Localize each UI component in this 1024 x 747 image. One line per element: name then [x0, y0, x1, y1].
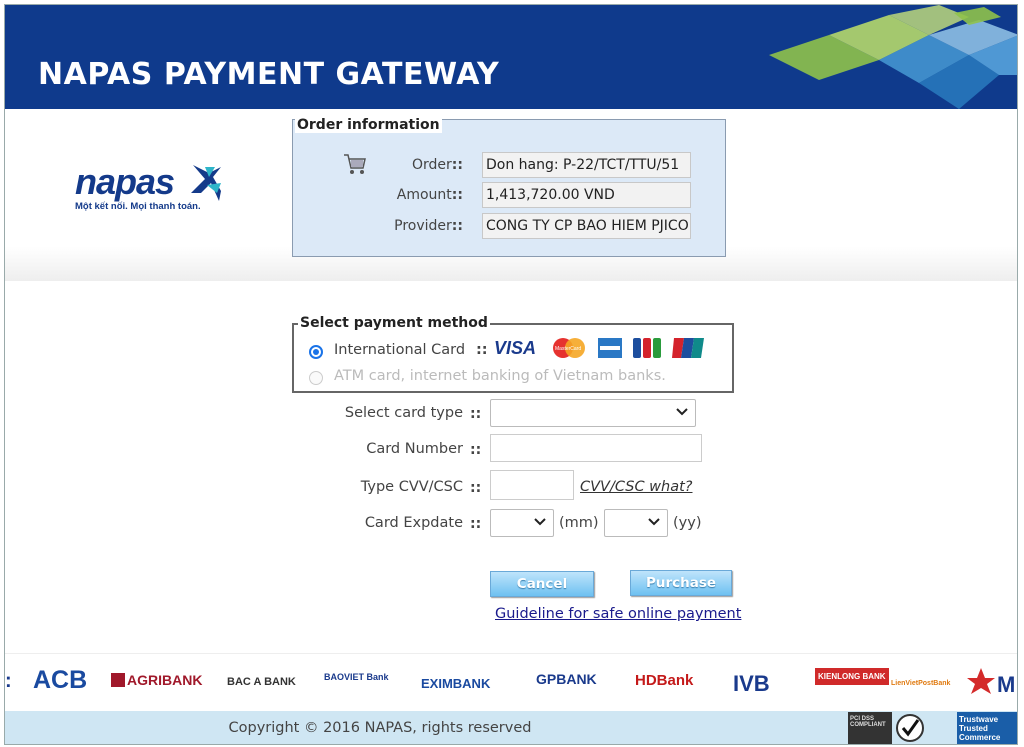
provider-label: Provider::	[394, 218, 463, 234]
order-section: napas Một kết nối. Mọi thanh toán. Order…	[5, 109, 1017, 281]
expdate-separator: ::	[470, 516, 482, 532]
chevron-down-icon	[648, 518, 660, 526]
bank-agribank: AGRIBANK	[111, 672, 202, 688]
international-card-radio[interactable]	[309, 345, 323, 359]
amex-icon	[598, 338, 622, 358]
bank-bac-a: BAC A BANK	[227, 676, 296, 688]
cvv-help-link[interactable]: CVV/CSC what?	[580, 479, 693, 495]
order-label: Order::	[412, 157, 463, 173]
bank-eximbank: EXIMBANK	[421, 676, 491, 691]
card-separator: ::	[476, 342, 488, 358]
jcb-icon	[633, 338, 661, 358]
copyright-text: Copyright © 2016 NAPAS, rights reserved	[228, 720, 532, 736]
bank-ivb: IVB	[733, 671, 770, 696]
expdate-label: Card Expdate	[364, 515, 463, 531]
pci-dss-seal[interactable]: PCI DSS COMPLIANT	[848, 712, 892, 744]
amount-value: 1,413,720.00 VND	[482, 182, 691, 208]
exp-year-select[interactable]	[604, 509, 668, 537]
payment-method-legend: Select payment method	[298, 315, 490, 331]
napas-star-icon	[191, 165, 221, 201]
card-type-label: Select card type	[344, 405, 463, 421]
banner-decoration	[769, 5, 1017, 109]
cvv-input[interactable]	[490, 470, 574, 500]
bank-hdbank: HDBank	[635, 672, 694, 689]
chevron-down-icon	[676, 408, 688, 416]
order-value: Don hang: P-22/TCT/TTU/51	[482, 152, 691, 178]
cvv-separator: ::	[470, 480, 482, 496]
verisign-seal[interactable]	[895, 712, 955, 744]
card-type-select[interactable]	[490, 399, 696, 427]
logo-wordmark: napas	[75, 161, 175, 202]
bank-partial-left: :	[5, 670, 12, 692]
card-type-separator: ::	[470, 406, 482, 422]
month-unit: (mm)	[559, 515, 599, 531]
napas-logo: napas Một kết nối. Mọi thanh toán.	[75, 161, 221, 212]
bank-partial-right-icon: M	[967, 668, 1015, 697]
card-number-label: Card Number	[366, 441, 463, 457]
exp-month-select[interactable]	[490, 509, 554, 537]
visa-icon: VISA	[494, 339, 536, 357]
trustwave-seal[interactable]: Trustwave Trusted Commerce	[957, 712, 1017, 744]
agribank-icon	[111, 673, 125, 687]
provider-value: CONG TY CP BAO HIEM PJICO	[482, 213, 691, 239]
purchase-button[interactable]: Purchase	[630, 570, 732, 596]
atm-card-radio[interactable]	[309, 371, 323, 385]
unionpay-icon	[672, 338, 704, 358]
logo-tagline: Một kết nối. Mọi thanh toán.	[75, 201, 201, 212]
order-legend: Order information	[295, 117, 442, 133]
bank-gpbank: GPBANK	[536, 671, 597, 687]
payment-page: NAPAS PAYMENT GATEWAY napas Một kết nối.…	[4, 4, 1018, 745]
year-unit: (yy)	[673, 515, 702, 531]
guideline-link[interactable]: Guideline for safe online payment	[495, 606, 741, 622]
payment-method-box: Select payment method International Card…	[292, 315, 734, 393]
header-banner: NAPAS PAYMENT GATEWAY	[5, 5, 1017, 109]
svg-text:MasterCard: MasterCard	[555, 346, 581, 352]
cancel-button[interactable]: Cancel	[490, 571, 594, 597]
mastercard-icon: MasterCard	[553, 338, 585, 358]
card-brand-icons: VISA MasterCard	[494, 337, 704, 359]
svg-text:VISA: VISA	[494, 339, 536, 357]
bank-kienlong: KIENLONG BANK	[815, 668, 889, 685]
international-card-label[interactable]: International Card	[334, 342, 465, 358]
bank-acb: ACB	[33, 666, 88, 694]
bank-logo-strip: : ACB AGRIBANK BAC A BANK BAOVIET Bank E…	[5, 653, 1017, 712]
checkmark-icon	[896, 714, 924, 742]
card-number-separator: ::	[470, 442, 482, 458]
svg-text:M: M	[997, 672, 1015, 697]
bank-lienviet: LienVietPostBank	[891, 680, 951, 687]
footer: Copyright © 2016 NAPAS, rights reserved …	[5, 711, 1017, 744]
cvv-label: Type CVV/CSC	[360, 479, 463, 495]
amount-label: Amount::	[396, 187, 463, 203]
chevron-down-icon	[534, 518, 546, 526]
order-information-box: Order information Order:: Don hang: P-22…	[292, 117, 726, 257]
bank-baoviet: BAOVIET Bank	[324, 672, 389, 682]
atm-card-label[interactable]: ATM card, internet banking of Vietnam ba…	[334, 368, 666, 384]
card-number-input[interactable]	[490, 434, 702, 462]
page-title: NAPAS PAYMENT GATEWAY	[38, 57, 500, 92]
